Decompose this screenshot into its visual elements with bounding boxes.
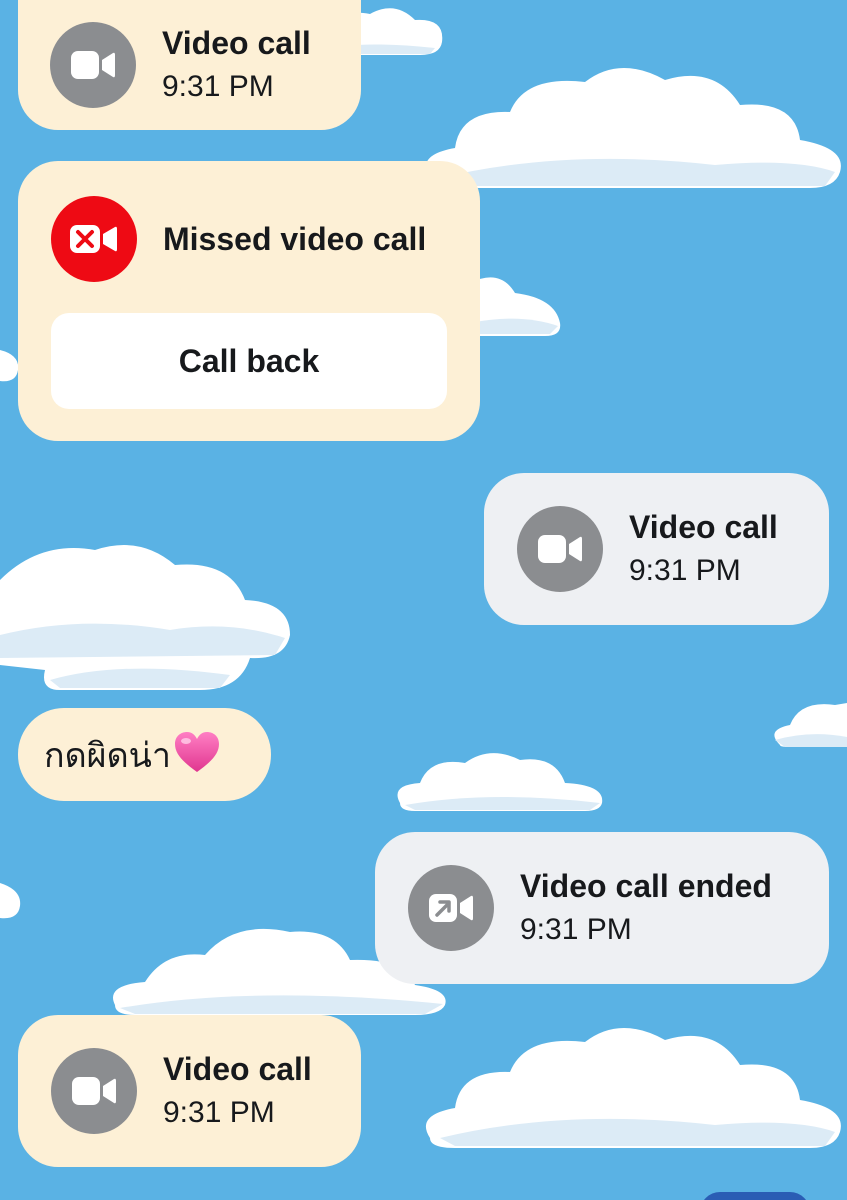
message-text: กดผิดน่า (44, 735, 172, 776)
text-message-bubble[interactable]: กดผิดน่า (18, 708, 271, 801)
cloud-decoration (0, 545, 290, 690)
missed-call-title: Missed video call (163, 221, 427, 257)
call-title: Video call (163, 1051, 312, 1087)
cloud-decoration (425, 1027, 841, 1148)
cloud-decoration (0, 883, 21, 919)
cloud-decoration (425, 67, 841, 188)
call-title: Video call (629, 509, 778, 545)
missed-video-icon (51, 196, 137, 282)
call-time: 9:31 PM (162, 70, 274, 103)
cloud-decoration (470, 277, 561, 336)
pink-heart-emoji (173, 730, 221, 779)
call-back-button[interactable]: Call back (51, 313, 447, 409)
call-time: 9:31 PM (520, 913, 632, 946)
video-call-ended-bubble[interactable]: Video call ended 9:31 PM (375, 832, 829, 984)
cloud-decoration (774, 703, 847, 747)
video-call-ended-icon (408, 865, 494, 951)
video-camera-icon (51, 1048, 137, 1134)
video-camera-icon (50, 22, 136, 108)
cloud-decoration (397, 753, 603, 811)
call-title: Video call (162, 25, 311, 61)
scroll-down-button[interactable] (700, 1192, 810, 1200)
call-time: 9:31 PM (629, 554, 741, 587)
video-call-bubble[interactable]: Video call 9:31 PM (484, 473, 829, 625)
missed-call-bubble: Missed video call Call back (18, 161, 480, 441)
cloud-decoration (0, 350, 19, 382)
video-call-bubble[interactable]: Video call 9:31 PM (18, 0, 361, 130)
call-title: Video call ended (520, 868, 772, 904)
call-time: 9:31 PM (163, 1096, 275, 1129)
video-call-bubble[interactable]: Video call 9:31 PM (18, 1015, 361, 1167)
video-camera-icon (517, 506, 603, 592)
chat-background: Video call 9:31 PM Missed video call Cal… (0, 0, 847, 1200)
